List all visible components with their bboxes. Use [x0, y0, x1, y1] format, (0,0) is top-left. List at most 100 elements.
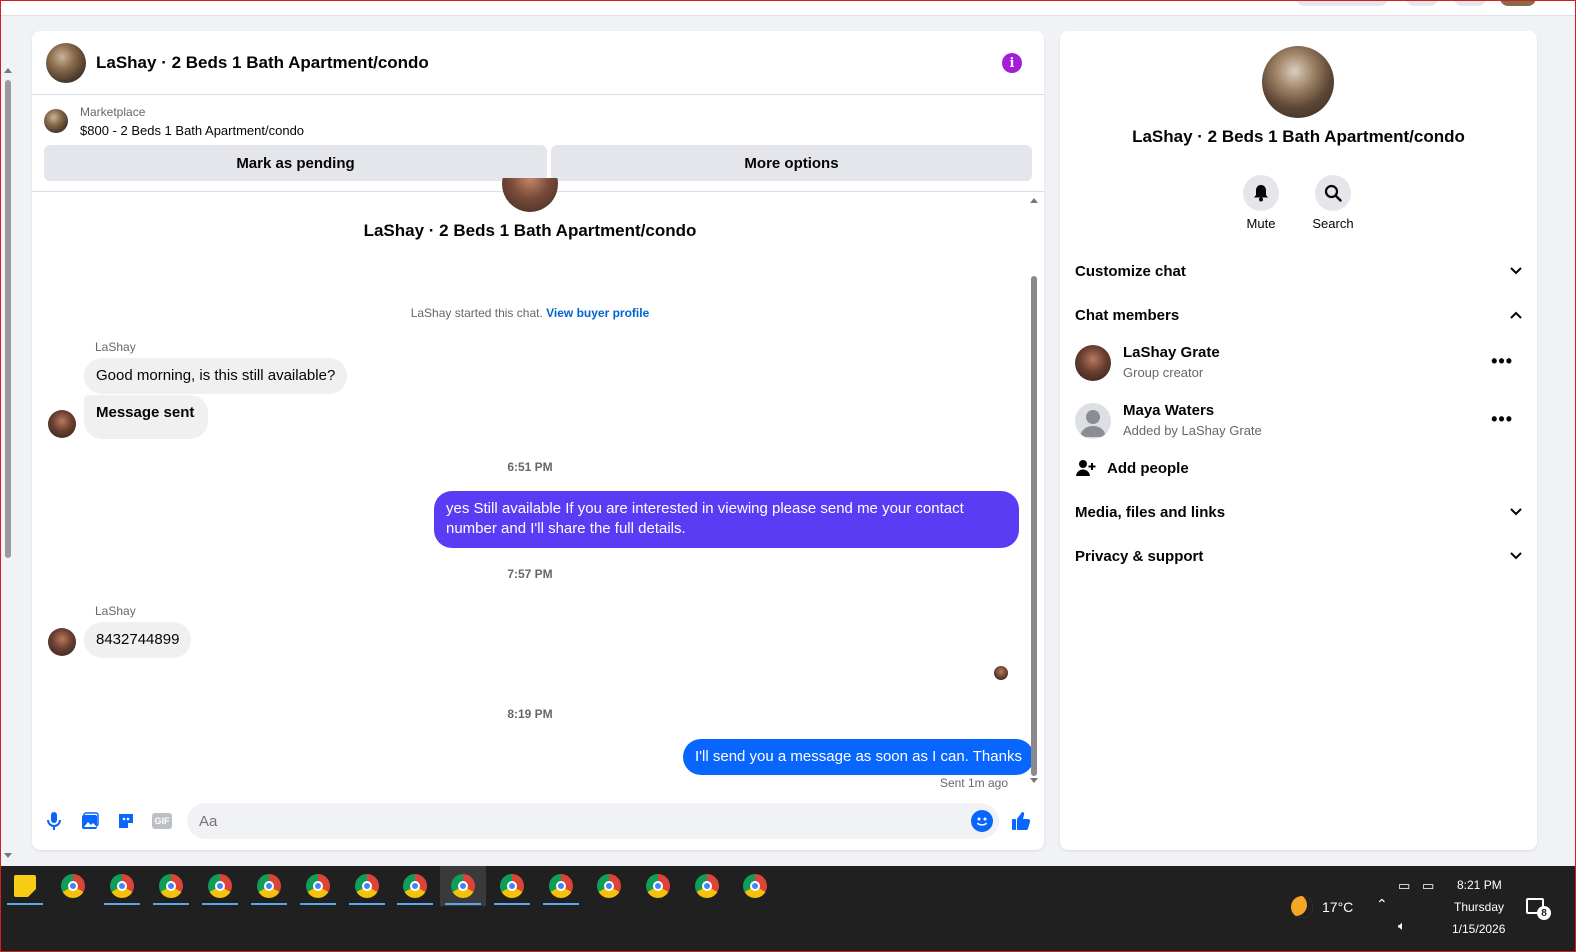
more-icon[interactable]: •••: [1491, 351, 1513, 372]
volume-icon[interactable]: 🔈︎: [1398, 918, 1406, 934]
member-name[interactable]: LaShay Grate: [1123, 344, 1220, 361]
chrome-app[interactable]: [50, 866, 96, 906]
chrome-app[interactable]: [586, 866, 632, 906]
mute-button[interactable]: [1243, 175, 1279, 211]
temperature[interactable]: 17°C: [1322, 899, 1353, 915]
view-buyer-profile-link[interactable]: View buyer profile: [546, 306, 649, 320]
timestamp: 8:19 PM: [507, 707, 553, 721]
weather-moon-icon[interactable]: [1291, 896, 1313, 918]
member-item[interactable]: LaShay Grate Group creator •••: [1075, 341, 1523, 385]
privacy-support-section[interactable]: Privacy & support: [1075, 541, 1523, 571]
sticker-icon[interactable]: [115, 810, 137, 832]
incoming-message[interactable]: Good morning, is this still available?: [84, 358, 348, 394]
sticky-notes-icon: [14, 875, 36, 897]
outgoing-message[interactable]: yes Still available If you are intereste…: [434, 491, 1019, 548]
profile-avatar[interactable]: [1500, 0, 1536, 6]
sender-avatar[interactable]: [48, 628, 76, 656]
message-input[interactable]: [187, 803, 947, 839]
thread-avatar: [502, 178, 558, 212]
meet-now-icon[interactable]: ▭: [1398, 878, 1410, 894]
timestamp: 6:51 PM: [507, 460, 553, 474]
member-avatar[interactable]: [1075, 345, 1111, 381]
add-people-button[interactable]: Add people: [1075, 453, 1523, 483]
tray-chevron-icon[interactable]: ⌃: [1376, 896, 1388, 913]
page-scrollbar[interactable]: [2, 60, 14, 864]
mark-pending-button[interactable]: Mark as pending: [44, 145, 547, 181]
chat-avatar[interactable]: [46, 42, 86, 83]
chrome-app[interactable]: [489, 866, 535, 906]
gif-icon[interactable]: GIF: [151, 810, 173, 832]
media-files-section[interactable]: Media, files and links: [1075, 497, 1523, 527]
listing-title[interactable]: $800 - 2 Beds 1 Bath Apartment/condo: [80, 123, 304, 138]
clock-date[interactable]: 1/15/2026: [1452, 922, 1505, 936]
thread-scroll-thumb[interactable]: [1031, 276, 1037, 776]
top-nav-pill[interactable]: [1296, 0, 1388, 6]
more-icon[interactable]: •••: [1491, 409, 1513, 430]
chrome-app-active[interactable]: [440, 866, 486, 906]
chrome-app[interactable]: [538, 866, 584, 906]
member-avatar[interactable]: [1075, 403, 1111, 439]
chrome-app[interactable]: [635, 866, 681, 906]
chrome-icon: [61, 874, 85, 898]
add-person-icon: [1076, 460, 1096, 476]
chat-title[interactable]: LaShay · 2 Beds 1 Bath Apartment/condo: [96, 53, 429, 73]
chat-members-section[interactable]: Chat members: [1075, 300, 1523, 330]
notification-count: 8: [1537, 906, 1551, 920]
photo-icon[interactable]: [79, 810, 101, 832]
emoji-icon[interactable]: [971, 810, 993, 832]
chat-members-label: Chat members: [1075, 306, 1180, 324]
info-icon[interactable]: i: [1002, 53, 1022, 73]
chat-window: LaShay · 2 Beds 1 Bath Apartment/condo i…: [32, 31, 1044, 850]
member-item[interactable]: Maya Waters Added by LaShay Grate •••: [1075, 399, 1523, 443]
chevron-down-icon: [1510, 552, 1522, 560]
default-user-icon: [1080, 410, 1106, 437]
chrome-app[interactable]: [295, 866, 341, 906]
member-name[interactable]: Maya Waters: [1123, 402, 1214, 419]
more-options-button[interactable]: More options: [551, 145, 1032, 181]
mute-label: Mute: [1246, 216, 1276, 231]
chevron-up-icon: [1510, 311, 1522, 319]
chevron-down-icon: [1510, 267, 1522, 275]
outgoing-message[interactable]: I'll send you a message as soon as I can…: [683, 739, 1034, 775]
clock-day[interactable]: Thursday: [1454, 900, 1504, 914]
chrome-app[interactable]: [246, 866, 292, 906]
chrome-icon: [159, 874, 183, 898]
search-label: Search: [1312, 216, 1354, 231]
gif-label: GIF: [152, 813, 172, 829]
scroll-down-icon[interactable]: [1030, 778, 1038, 783]
message-input-wrap: [187, 803, 999, 839]
search-icon: [1324, 184, 1342, 202]
scroll-up-icon[interactable]: [4, 68, 12, 73]
scroll-up-icon[interactable]: [1030, 198, 1038, 203]
chrome-app[interactable]: [684, 866, 730, 906]
chrome-app[interactable]: [732, 866, 778, 906]
like-icon[interactable]: [1010, 810, 1032, 832]
top-nav-button[interactable]: [1406, 0, 1438, 6]
message-thread[interactable]: LaShay · 2 Beds 1 Bath Apartment/condo L…: [32, 178, 1044, 790]
chrome-icon: [306, 874, 330, 898]
clock-time[interactable]: 8:21 PM: [1457, 878, 1502, 892]
customize-chat-section[interactable]: Customize chat: [1075, 256, 1523, 286]
listing-thumbnail[interactable]: [44, 109, 68, 133]
top-nav-button[interactable]: [1454, 0, 1486, 6]
chrome-app[interactable]: [344, 866, 390, 906]
network-icon[interactable]: ▭: [1422, 878, 1434, 894]
incoming-message[interactable]: 8432744899: [84, 622, 192, 658]
chrome-app[interactable]: [197, 866, 243, 906]
microphone-icon[interactable]: [43, 810, 65, 832]
chrome-app[interactable]: [392, 866, 438, 906]
panel-avatar[interactable]: [1262, 46, 1334, 118]
sticky-notes-app[interactable]: [2, 866, 48, 906]
thread-scrollbar[interactable]: [1030, 198, 1038, 786]
sender-avatar[interactable]: [48, 410, 76, 438]
scroll-down-icon[interactable]: [4, 853, 12, 858]
search-button[interactable]: [1315, 175, 1351, 211]
chrome-icon: [403, 874, 427, 898]
incoming-message[interactable]: Message sent: [84, 395, 209, 439]
taskbar: 17°C ⌃ ▭ ▭ 🔈︎ 8:21 PM Thursday 1/15/2026…: [0, 866, 1576, 952]
member-role: Group creator: [1123, 365, 1204, 380]
page-scroll-thumb[interactable]: [5, 80, 11, 558]
chrome-app[interactable]: [99, 866, 145, 906]
read-receipt-avatar: [994, 666, 1008, 680]
chrome-app[interactable]: [148, 866, 194, 906]
